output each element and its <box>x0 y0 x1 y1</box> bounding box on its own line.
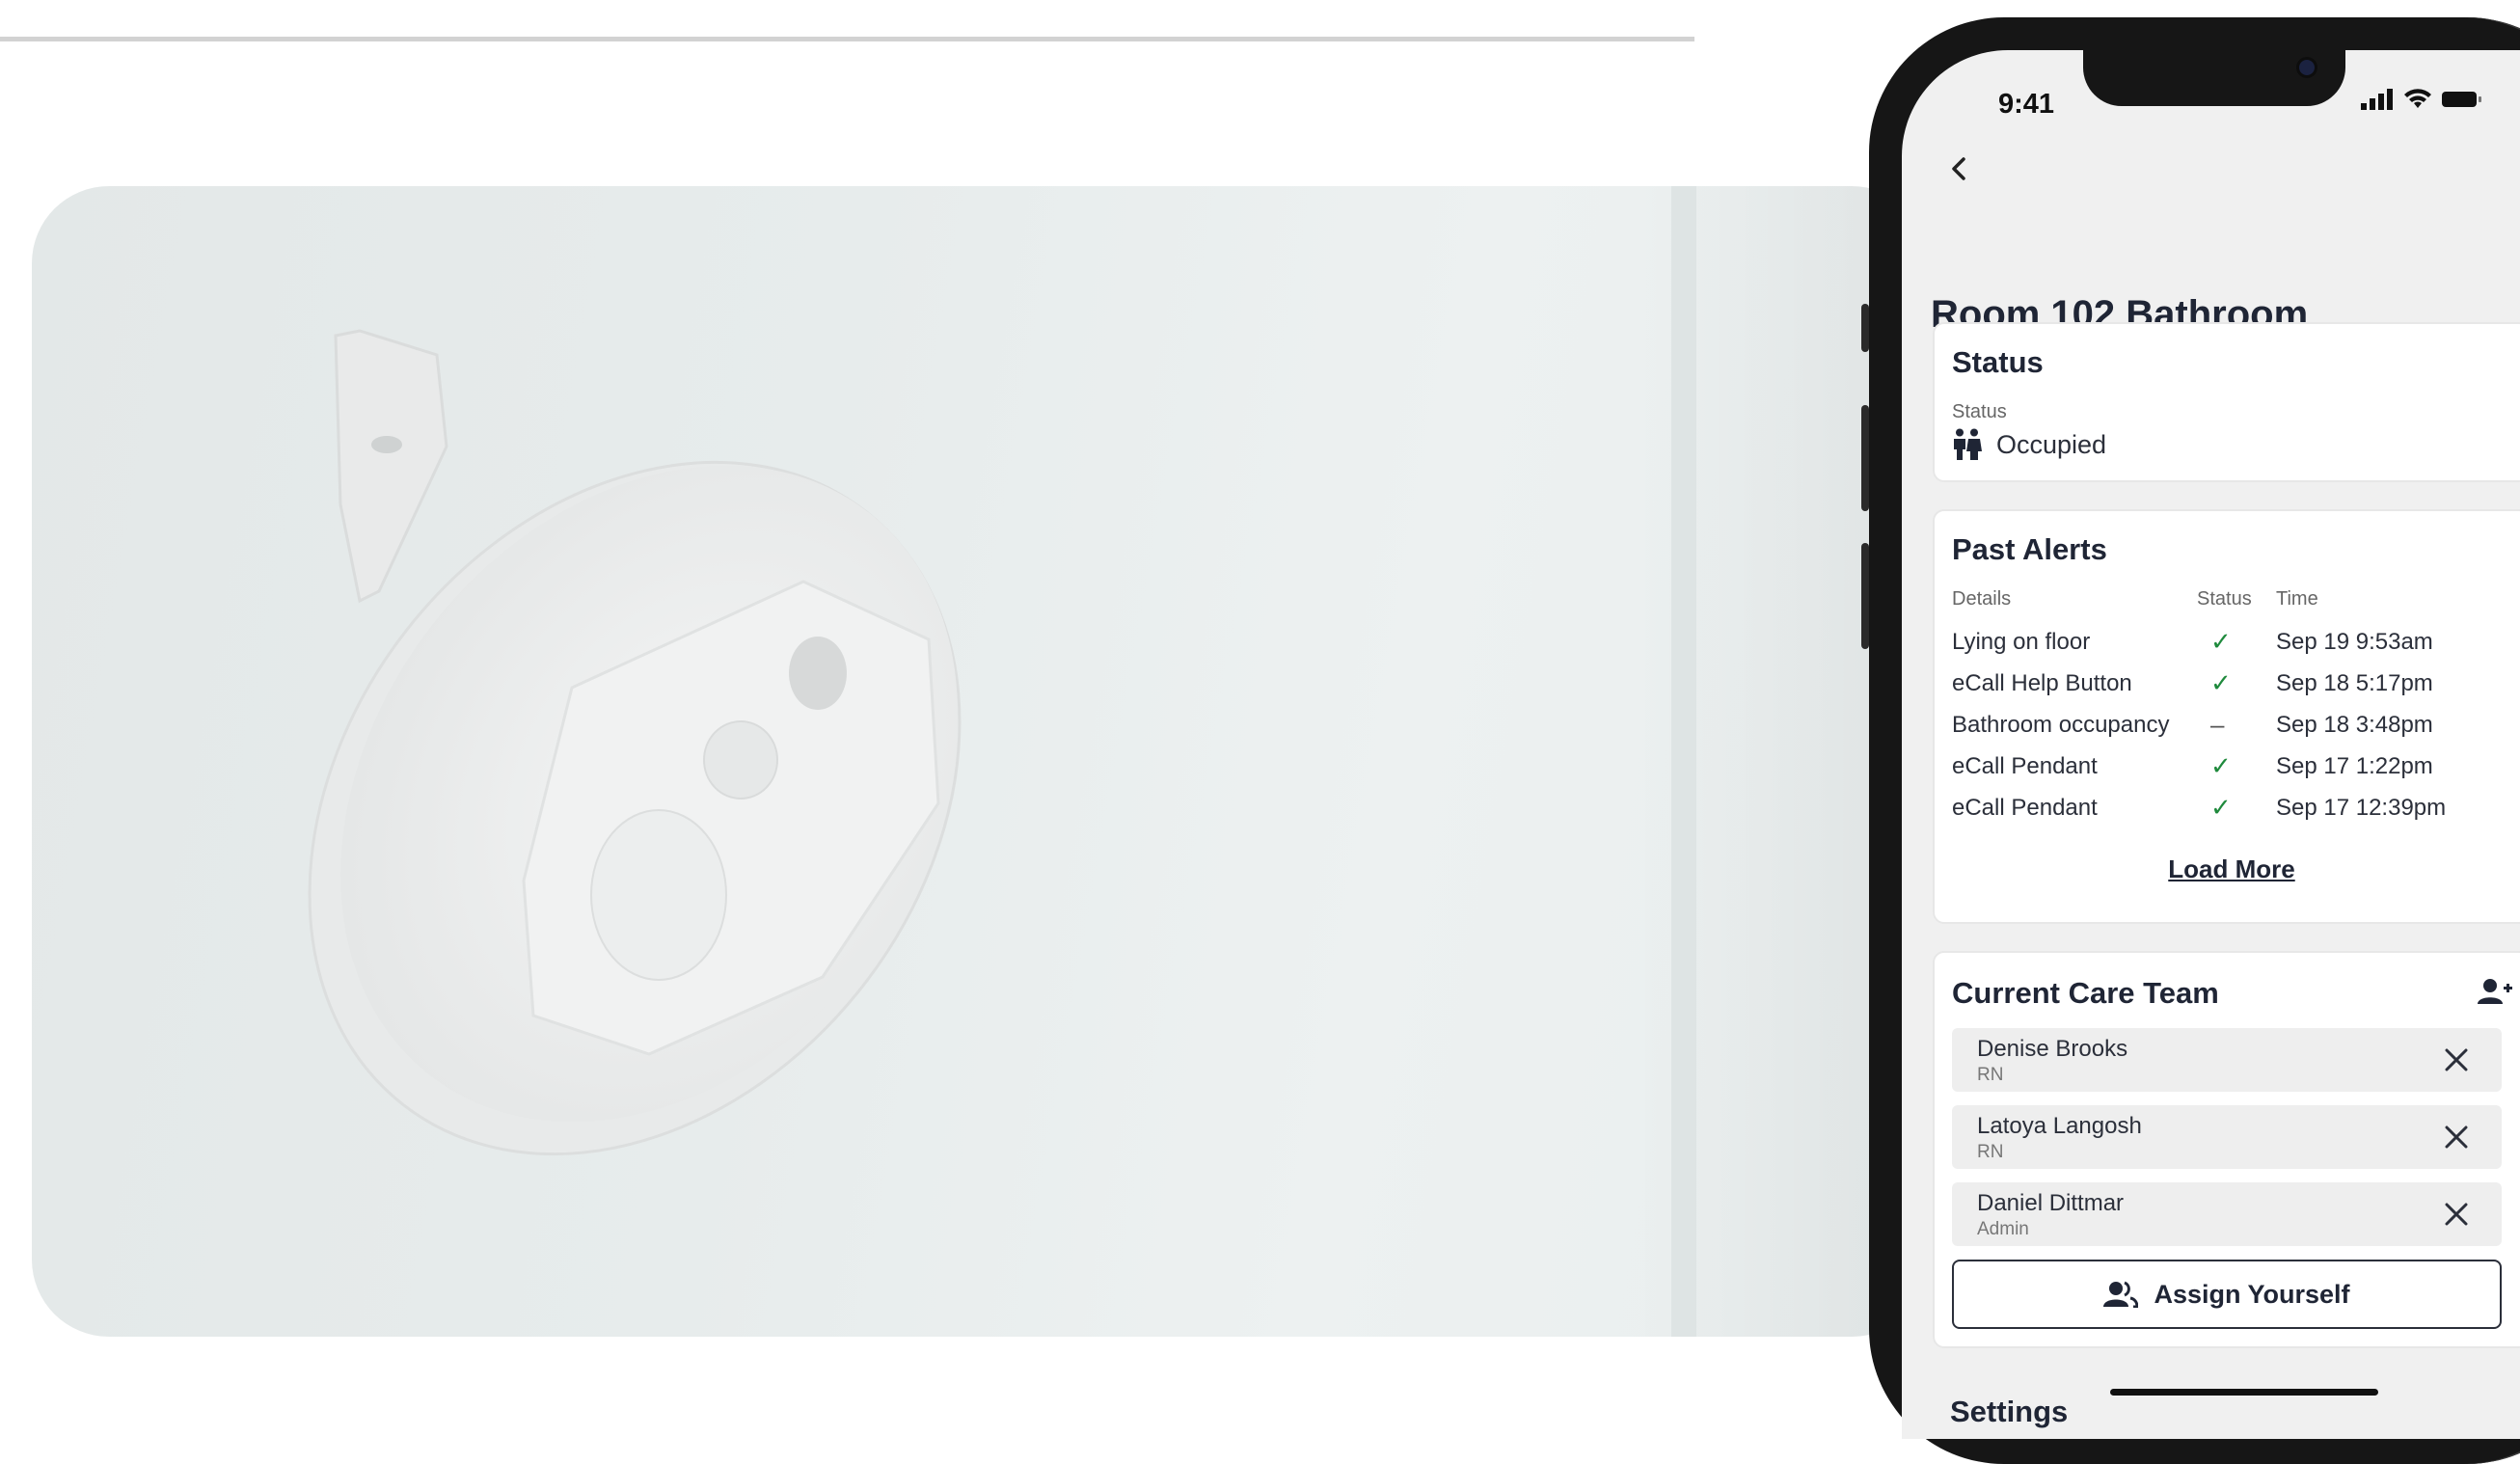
alert-time: Sep 19 9:53am <box>2276 628 2433 655</box>
alert-status-check-icon: ✓ <box>2210 751 2232 780</box>
member-name: Denise Brooks <box>1977 1036 2128 1062</box>
status-value: Occupied <box>1996 429 2107 459</box>
phone-side-button-1 <box>1861 304 1869 352</box>
table-header-row: Details Status Time <box>1952 586 2479 621</box>
cellular-signal-icon <box>2361 89 2393 110</box>
member-role: RN <box>1977 1142 2004 1162</box>
column-header-time: Time <box>2276 587 2318 610</box>
phone-side-button-3 <box>1861 543 1869 649</box>
back-button[interactable] <box>1948 154 1969 187</box>
table-row: eCall Pendant ✓ Sep 17 1:22pm <box>1952 746 2479 787</box>
table-row: Bathroom occupancy – Sep 18 3:48pm <box>1952 704 2479 746</box>
table-row: eCall Pendant ✓ Sep 17 12:39pm <box>1952 787 2479 828</box>
alert-status-check-icon: ✓ <box>2210 627 2232 656</box>
care-team-member: Denise Brooks RN <box>1952 1028 2502 1092</box>
member-name: Daniel Dittmar <box>1977 1190 2125 1216</box>
care-team-member: Latoya Langosh RN <box>1952 1105 2502 1169</box>
wifi-icon <box>2404 89 2431 108</box>
alert-details: eCall Pendant <box>1952 752 2098 779</box>
table-row: Lying on floor ✓ Sep 19 9:53am <box>1952 621 2479 663</box>
alert-time: Sep 17 1:22pm <box>2276 752 2433 779</box>
front-camera-icon <box>2299 60 2315 75</box>
member-name: Latoya Langosh <box>1977 1113 2142 1139</box>
people-group-icon <box>2103 1281 2139 1308</box>
chevron-left-icon <box>1952 157 1965 180</box>
alert-details: Lying on floor <box>1952 628 2091 655</box>
alert-status-check-icon: ✓ <box>2210 793 2232 822</box>
status-value-row: Occupied <box>1952 428 2106 461</box>
add-person-icon[interactable] <box>2477 978 2513 1005</box>
alert-status-dash-icon: – <box>2210 710 2225 739</box>
alert-time: Sep 17 12:39pm <box>2276 794 2447 821</box>
past-alerts-card: Past Alerts Details Status Time Lying on… <box>1933 509 2520 924</box>
care-team-member: Daniel Dittmar Admin <box>1952 1182 2502 1246</box>
status-bar-time: 9:41 <box>1998 89 2055 120</box>
table-row: eCall Help Button ✓ Sep 18 5:17pm <box>1952 663 2479 704</box>
load-more-link[interactable]: Load More <box>1935 854 2520 884</box>
column-header-details: Details <box>1952 587 2012 610</box>
status-card-title: Status <box>1952 345 2044 379</box>
member-role: Admin <box>1977 1219 2029 1239</box>
remove-member-close-icon[interactable] <box>2438 1196 2475 1233</box>
status-label: Status <box>1952 401 2007 422</box>
alert-status-check-icon: ✓ <box>2210 668 2232 697</box>
ceiling-sensor-illustration <box>308 186 1929 1337</box>
alert-details: eCall Pendant <box>1952 794 2098 821</box>
phone-screen: 9:41 Room 102 Bathroom Status Status Occ… <box>1902 50 2520 1439</box>
phone-side-button-2 <box>1861 405 1869 511</box>
status-bar-icons <box>2361 89 2482 110</box>
status-card: Status Status Occupied <box>1933 322 2520 482</box>
alert-time: Sep 18 3:48pm <box>2276 711 2433 738</box>
past-alerts-table: Details Status Time Lying on floor ✓ Sep… <box>1952 586 2479 828</box>
battery-icon <box>2442 92 2481 107</box>
column-header-status: Status <box>2197 587 2252 610</box>
alert-details: Bathroom occupancy <box>1952 711 2170 738</box>
remove-member-close-icon[interactable] <box>2438 1042 2475 1078</box>
phone-notch <box>2083 50 2345 106</box>
alert-details: eCall Help Button <box>1952 669 2132 696</box>
product-photo <box>32 186 1929 1337</box>
past-alerts-title: Past Alerts <box>1952 532 2107 566</box>
care-team-title: Current Care Team <box>1952 976 2219 1010</box>
assign-yourself-label: Assign Yourself <box>2154 1279 2350 1309</box>
people-icon <box>1954 428 1982 460</box>
home-indicator[interactable] <box>2110 1389 2378 1396</box>
top-divider <box>0 37 1694 41</box>
alert-time: Sep 18 5:17pm <box>2276 669 2433 696</box>
member-role: RN <box>1977 1065 2004 1085</box>
assign-yourself-button[interactable]: Assign Yourself <box>1952 1260 2502 1329</box>
care-team-card: Current Care Team Denise Brooks RN Latoy… <box>1933 951 2520 1348</box>
remove-member-close-icon[interactable] <box>2438 1119 2475 1155</box>
